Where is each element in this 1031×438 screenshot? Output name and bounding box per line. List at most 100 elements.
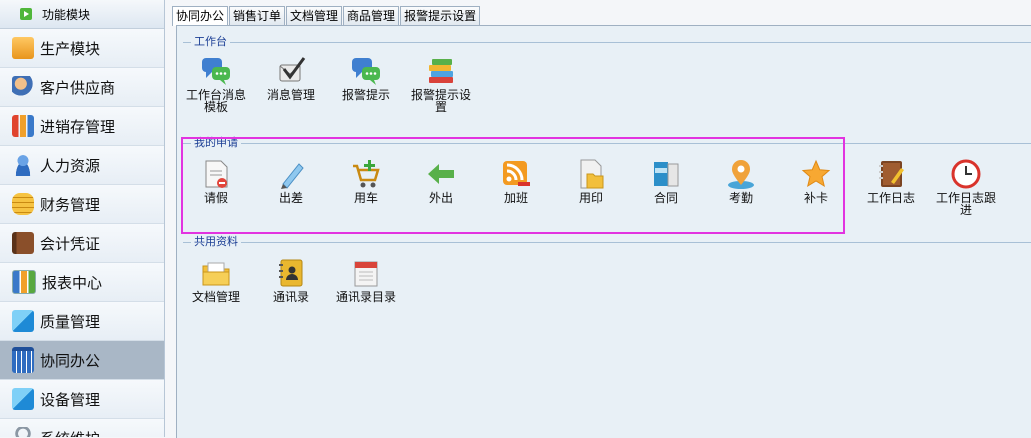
sidebar-item-system[interactable]: 系统维护 [0, 419, 164, 437]
sidebar: 功能模块 生产模块 客户供应商 进销存管理 人力资源 财务管理 会计凭证 报表中… [0, 0, 165, 437]
app-label: 补卡 [803, 191, 828, 205]
chat-bubbles-icon [202, 58, 230, 85]
message-check-icon [279, 57, 306, 82]
app-label: 工作日志 [866, 191, 915, 205]
app-address-book-directory[interactable]: 通讯录目录 [330, 255, 402, 303]
address-book-icon [279, 259, 303, 287]
sidebar-item-customers[interactable]: 客户供应商 [0, 68, 164, 107]
app-label: 加班 [503, 191, 528, 205]
sidebar-item-label: 进销存管理 [40, 117, 116, 136]
pen-icon [281, 163, 304, 189]
section-workbench: 工作台 [183, 35, 1031, 49]
app-label: 请假 [203, 191, 228, 205]
app-message-management[interactable]: 消息管理 [255, 53, 327, 101]
tab-products[interactable]: 商品管理 [343, 6, 400, 25]
sidebar-item-label: 质量管理 [40, 312, 101, 331]
tab-collaboration[interactable]: 协同办公 [172, 6, 229, 26]
app-go-out[interactable]: 外出 [405, 156, 477, 204]
section-shared: 共用资料 [183, 235, 1031, 249]
tab-bar: 协同办公 销售订单 文档管理 商品管理 报警提示设置 [172, 6, 481, 26]
sidebar-item-equipment[interactable]: 设备管理 [0, 380, 164, 419]
app-label: 用印 [578, 191, 603, 205]
rss-minus-icon [503, 161, 530, 186]
app-label: 消息管理 [266, 88, 315, 102]
user-icon [12, 154, 34, 176]
app-card-makeup[interactable]: 补卡 [780, 156, 852, 204]
tab-sales-orders[interactable]: 销售订单 [229, 6, 286, 25]
sidebar-item-label: 设备管理 [40, 390, 101, 409]
app-label: 通讯录目录 [335, 290, 396, 304]
cart-add-icon [353, 160, 380, 188]
books-stack-icon [429, 59, 453, 83]
app-work-log-follow[interactable]: 工作日志跟 进 [930, 156, 1002, 216]
section-title: 共用资料 [191, 235, 241, 249]
app-attendance[interactable]: 考勤 [705, 156, 777, 204]
report-icon [12, 270, 36, 294]
map-pin-icon [728, 160, 754, 189]
folder-open-icon [202, 262, 230, 286]
sidebar-item-quality[interactable]: 质量管理 [0, 302, 164, 341]
chat-bubbles-icon [352, 58, 380, 85]
app-contract[interactable]: 合同 [630, 156, 702, 204]
app-label: 通讯录 [272, 290, 309, 304]
section-my-requests: 我的申请 [183, 136, 1031, 150]
app-label: 合同 [653, 191, 678, 205]
ledger-icon [12, 232, 34, 254]
app-label-line2: 模板 [203, 100, 228, 114]
tiles-icon [12, 388, 34, 410]
app-work-log[interactable]: 工作日志 [855, 156, 927, 204]
sidebar-item-production[interactable]: 生产模块 [0, 29, 164, 68]
sidebar-item-label: 人力资源 [40, 156, 101, 175]
calendar-doc-icon [354, 261, 378, 287]
sidebar-item-label: 协同办公 [40, 351, 101, 370]
sidebar-item-finance[interactable]: 财务管理 [0, 185, 164, 224]
star-icon [801, 159, 831, 188]
play-icon [20, 8, 32, 20]
coins-icon [12, 193, 34, 215]
main-panel: 工作台 工作台消息 模板 消息管理 报警提示 报警提示设 置 我的申请 请假 出… [176, 25, 1031, 438]
app-overtime[interactable]: 加班 [480, 156, 552, 204]
sidebar-item-label: 报表中心 [42, 273, 103, 292]
section-divider [183, 143, 1031, 144]
app-vehicle[interactable]: 用车 [330, 156, 402, 204]
sidebar-header-label: 功能模块 [42, 7, 91, 22]
sidebar-header: 功能模块 [0, 0, 164, 29]
sidebar-item-inventory[interactable]: 进销存管理 [0, 107, 164, 146]
calendar-icon [12, 347, 34, 373]
section-divider [183, 42, 1031, 43]
app-alert-prompt[interactable]: 报警提示 [330, 53, 402, 101]
folder-icon [12, 37, 34, 59]
binder-icon [654, 162, 679, 187]
app-seal-usage[interactable]: 用印 [555, 156, 627, 204]
tab-documents[interactable]: 文档管理 [286, 6, 343, 25]
sidebar-item-vouchers[interactable]: 会计凭证 [0, 224, 164, 263]
app-workbench-message-template[interactable]: 工作台消息 模板 [180, 53, 252, 113]
app-label: 报警提示 [341, 88, 390, 102]
sidebar-item-label: 系统维护 [40, 428, 100, 438]
app-label: 出差 [278, 191, 303, 205]
app-label-line2: 置 [434, 100, 447, 114]
sidebar-item-label: 会计凭证 [40, 234, 101, 253]
sidebar-item-label: 生产模块 [40, 39, 101, 58]
section-divider [183, 242, 1031, 243]
contacts-icon [12, 76, 34, 98]
folder-doc-icon [580, 159, 604, 189]
app-leave[interactable]: 请假 [180, 156, 252, 204]
lock-icon [12, 427, 34, 437]
app-document-management[interactable]: 文档管理 [180, 255, 252, 303]
sidebar-item-label: 财务管理 [40, 195, 101, 214]
section-title: 我的申请 [191, 136, 241, 150]
app-label: 用车 [353, 191, 378, 205]
app-label: 文档管理 [191, 290, 240, 304]
app-address-book[interactable]: 通讯录 [255, 255, 327, 303]
sidebar-item-hr[interactable]: 人力资源 [0, 146, 164, 185]
sidebar-item-reports[interactable]: 报表中心 [0, 263, 164, 302]
notebook-icon [879, 161, 904, 187]
sidebar-item-collaboration[interactable]: 协同办公 [0, 341, 164, 380]
tab-alert-settings[interactable]: 报警提示设置 [400, 6, 481, 25]
sidebar-item-label: 客户供应商 [40, 78, 116, 97]
app-business-trip[interactable]: 出差 [255, 156, 327, 204]
app-label: 外出 [428, 191, 453, 205]
app-alert-settings[interactable]: 报警提示设 置 [405, 53, 477, 113]
app-label-line2: 进 [959, 203, 972, 217]
